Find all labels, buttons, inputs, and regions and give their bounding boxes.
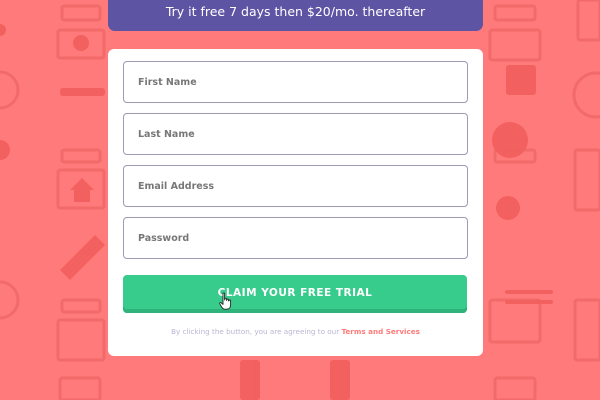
email-input[interactable]: [124, 166, 467, 206]
pricing-banner: Try it free 7 days then $20/mo. thereaft…: [108, 0, 483, 31]
hand-pointer-icon: [219, 292, 232, 310]
last-name-input[interactable]: [124, 114, 467, 154]
terms-text: By clicking the button, you are agreeing…: [171, 327, 342, 336]
first-name-field-wrapper: [123, 61, 468, 103]
pricing-banner-text: Try it free 7 days then $20/mo. thereaft…: [165, 4, 426, 19]
terms-notice: By clicking the button, you are agreeing…: [108, 327, 483, 336]
password-field-wrapper: [123, 217, 468, 259]
terms-link[interactable]: Terms and Services: [341, 327, 419, 336]
signup-card: CLAIM YOUR FREE TRIAL By clicking the bu…: [108, 49, 483, 356]
claim-free-trial-label: CLAIM YOUR FREE TRIAL: [217, 287, 373, 299]
email-field-wrapper: [123, 165, 468, 207]
claim-free-trial-button[interactable]: CLAIM YOUR FREE TRIAL: [123, 275, 467, 313]
first-name-input[interactable]: [124, 62, 467, 102]
last-name-field-wrapper: [123, 113, 468, 155]
password-input[interactable]: [124, 218, 467, 258]
